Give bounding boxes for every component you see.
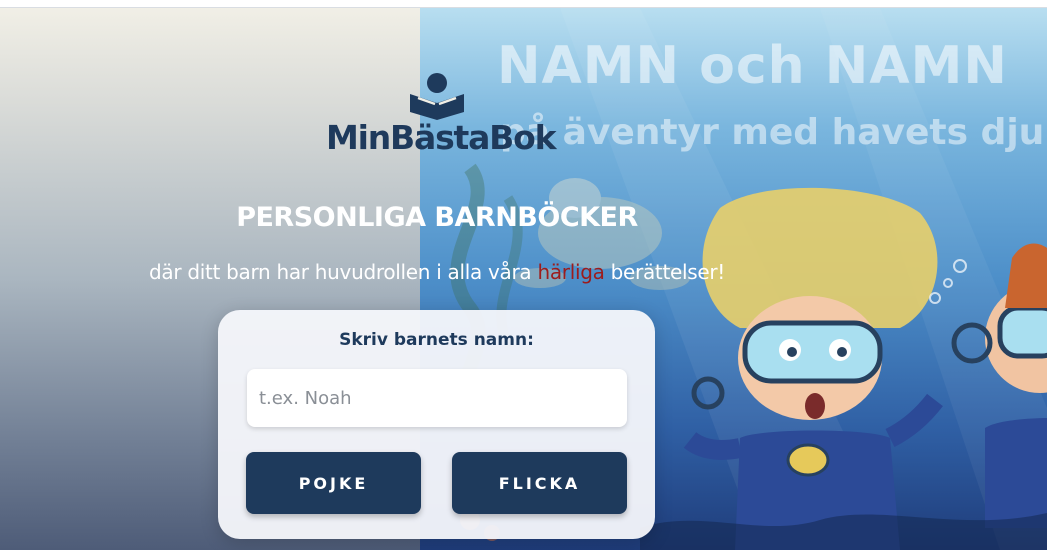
page-headline: PERSONLIGA BARNBÖCKER — [236, 202, 638, 233]
boy-button[interactable]: POJKE — [246, 452, 421, 514]
logo-text: MinBästaBok — [326, 118, 557, 157]
cover-subtitle: på äventyr med havets djur — [500, 112, 1047, 153]
tagline: där ditt barn har huvudrollen i alla vår… — [0, 260, 874, 284]
tagline-text-end: berättelser! — [604, 260, 726, 284]
reading-child-book-icon — [408, 72, 466, 124]
tagline-text-start: där ditt barn har huvudrollen i alla vår… — [148, 260, 538, 284]
girl-button[interactable]: FLICKA — [452, 452, 627, 514]
cover-title: NAMN och NAMN — [497, 36, 1008, 96]
tagline-highlight: härliga — [537, 260, 605, 284]
site-logo[interactable]: MinBästaBok — [326, 72, 557, 162]
top-bar — [0, 0, 1047, 8]
name-field-label: Skriv barnets namn: — [339, 330, 534, 350]
child-name-input[interactable] — [247, 369, 627, 427]
child-name-form: Skriv barnets namn: POJKE FLICKA — [218, 310, 655, 539]
